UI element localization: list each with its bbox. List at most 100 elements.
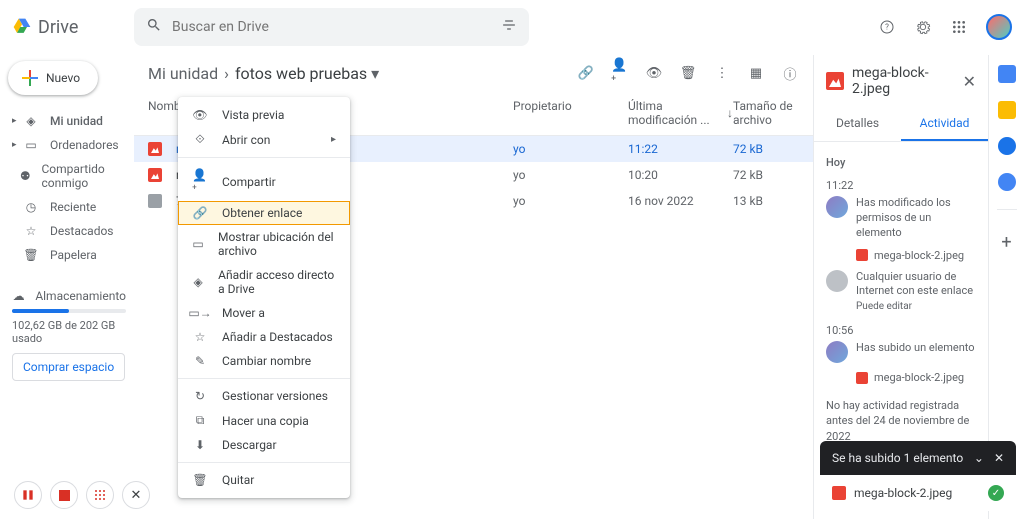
tab-activity[interactable]: Actividad <box>901 107 988 141</box>
filter-icon[interactable] <box>501 17 517 37</box>
check-icon: ✓ <box>988 485 1004 501</box>
storage-header[interactable]: ☁Almacenamiento <box>12 289 126 303</box>
user-avatar <box>826 196 848 218</box>
nav-recent[interactable]: ◷Reciente <box>8 195 126 219</box>
breadcrumb-root[interactable]: Mi unidad <box>148 64 218 83</box>
info-icon[interactable]: ⓘ <box>781 64 799 82</box>
help-icon[interactable]: ? <box>878 18 896 36</box>
ctx-rename[interactable]: ✎Cambiar nombre <box>178 349 350 373</box>
storage-bar <box>12 309 126 313</box>
settings-icon[interactable] <box>914 18 932 36</box>
search-icon <box>146 17 162 37</box>
trash-icon: 🗑 <box>22 248 40 262</box>
tab-details[interactable]: Detalles <box>814 107 901 141</box>
breadcrumb-current[interactable]: fotos web pruebas <box>235 64 367 83</box>
ctx-add-starred[interactable]: ☆Añadir a Destacados <box>178 325 350 349</box>
record-pause-button[interactable] <box>14 481 42 509</box>
no-activity-text: No hay actividad registrada antes del 24… <box>826 398 976 444</box>
col-size[interactable]: Tamaño de archivo <box>733 99 799 127</box>
storage-usage: 102,62 GB de 202 GB usado <box>12 319 126 345</box>
record-close-button[interactable]: ✕ <box>122 481 150 509</box>
details-title: mega-block-2.jpeg <box>852 65 955 97</box>
history-icon: ↻ <box>192 389 208 403</box>
recording-controls: ✕ <box>14 481 150 509</box>
grid-view-icon[interactable]: ▦ <box>747 64 765 82</box>
ctx-share[interactable]: 👤⁺Compartir <box>178 163 350 201</box>
record-stop-button[interactable] <box>50 481 78 509</box>
link-icon[interactable]: 🔗 <box>577 64 595 82</box>
ctx-copy[interactable]: ⧉Hacer una copia <box>178 408 350 433</box>
svg-text:?: ? <box>885 23 889 32</box>
open-icon: ⟐ <box>192 132 208 147</box>
image-file-icon <box>148 168 162 182</box>
add-user-icon[interactable]: 👤⁺ <box>611 64 629 82</box>
ctx-show-location[interactable]: ▭Mostrar ubicación del archivo <box>178 225 350 263</box>
keep-icon[interactable] <box>998 101 1016 119</box>
header-actions: ? <box>878 14 1012 40</box>
ctx-move-to[interactable]: ▭→Mover a <box>178 301 350 325</box>
user-avatar <box>826 341 848 363</box>
pencil-icon: ✎ <box>192 354 208 368</box>
close-icon[interactable]: ✕ <box>994 451 1004 465</box>
eye-icon[interactable]: 👁 <box>645 64 663 82</box>
nav-starred[interactable]: ☆Destacados <box>8 219 126 243</box>
more-icon[interactable]: ⋮ <box>713 64 731 82</box>
nav-computers[interactable]: ▸▭Ordenadores <box>8 133 126 157</box>
ctx-download[interactable]: ⬇Descargar <box>178 433 350 457</box>
image-file-icon <box>148 142 162 156</box>
close-icon[interactable]: ✕ <box>963 72 976 91</box>
clock-icon: ◷ <box>22 200 40 214</box>
nav-shared[interactable]: ⚉Compartido conmigo <box>8 157 126 195</box>
nav-trash[interactable]: 🗑Papelera <box>8 243 126 267</box>
trash-icon: 🗑 <box>192 473 208 487</box>
col-owner[interactable]: Propietario <box>513 99 628 127</box>
activity-time: 10:56 <box>826 324 976 337</box>
app-name: Drive <box>38 17 78 38</box>
toolbar: Mi unidad › fotos web pruebas ▾ 🔗 👤⁺ 👁 🗑… <box>134 55 813 91</box>
nav-my-drive[interactable]: ▸◈Mi unidad <box>8 109 126 133</box>
drive-icon: ◈ <box>22 114 40 128</box>
account-avatar[interactable] <box>986 14 1012 40</box>
search-input[interactable] <box>172 19 501 35</box>
record-grid-button[interactable] <box>86 481 114 509</box>
plus-icon <box>22 70 38 86</box>
ctx-open-with[interactable]: ⟐Abrir con▸ <box>178 127 350 152</box>
tasks-icon[interactable] <box>998 137 1016 155</box>
cloud-icon: ☁ <box>12 289 25 303</box>
toast-title: Se ha subido 1 elemento <box>832 451 974 465</box>
upload-toast: Se ha subido 1 elemento ⌄ ✕ mega-block-2… <box>820 441 1016 511</box>
shortcut-icon: ◈ <box>192 275 204 289</box>
drive-logo-icon <box>12 17 32 37</box>
calendar-icon[interactable] <box>998 65 1016 83</box>
toast-filename: mega-block-2.jpeg <box>854 486 952 500</box>
apps-icon[interactable] <box>950 18 968 36</box>
header: Drive ? <box>0 0 1024 55</box>
person-add-icon: 👤⁺ <box>192 168 208 196</box>
ctx-remove[interactable]: 🗑Quitar <box>178 468 350 492</box>
chevron-down-icon[interactable]: ⌄ <box>974 451 984 465</box>
buy-storage-button[interactable]: Comprar espacio <box>12 353 125 381</box>
contacts-icon[interactable] <box>998 173 1016 191</box>
ctx-preview[interactable]: 👁Vista previa <box>178 103 350 127</box>
copy-icon: ⧉ <box>192 413 208 428</box>
globe-avatar-icon <box>826 270 848 292</box>
download-icon: ⬇ <box>192 438 208 452</box>
computer-icon: ▭ <box>22 138 40 152</box>
sidebar: Nuevo ▸◈Mi unidad ▸▭Ordenadores ⚉Compart… <box>0 55 134 519</box>
col-modified[interactable]: Última modificación ...↓ <box>628 99 733 127</box>
file-icon <box>148 194 162 208</box>
delete-icon[interactable]: 🗑 <box>679 64 697 82</box>
move-icon: ▭→ <box>192 306 208 320</box>
logo[interactable]: Drive <box>12 17 134 38</box>
ctx-add-shortcut[interactable]: ◈Añadir acceso directo a Drive <box>178 263 350 301</box>
new-button[interactable]: Nuevo <box>8 61 98 95</box>
activity-text: Has subido un elemento <box>856 341 975 363</box>
image-file-icon <box>856 372 868 384</box>
ctx-get-link[interactable]: 🔗Obtener enlace <box>178 201 350 225</box>
image-file-icon <box>826 72 844 90</box>
new-label: Nuevo <box>46 71 80 85</box>
search-bar[interactable] <box>134 8 529 46</box>
add-addon-icon[interactable]: + <box>1001 232 1011 253</box>
ctx-versions[interactable]: ↻Gestionar versiones <box>178 384 350 408</box>
eye-icon: 👁 <box>192 108 208 122</box>
